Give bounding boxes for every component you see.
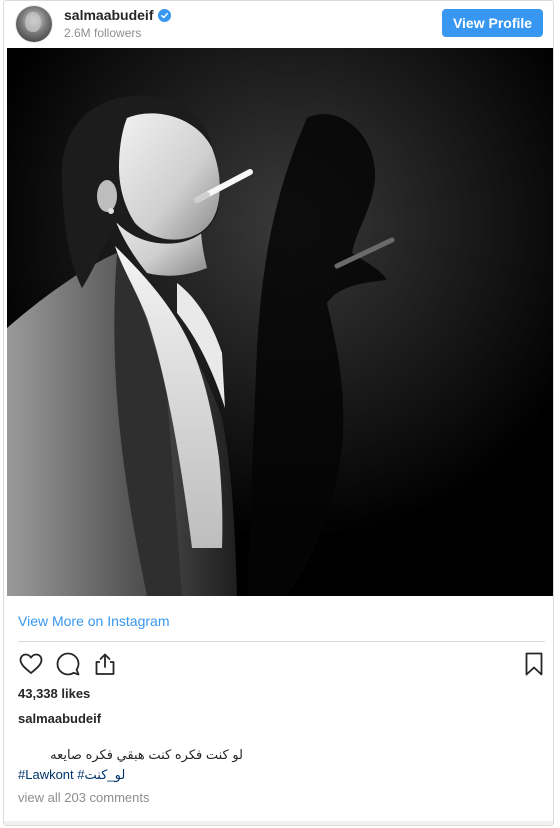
- caption-username[interactable]: salmaabudeif: [18, 711, 101, 726]
- bookmark-icon[interactable]: [521, 651, 547, 677]
- view-profile-button[interactable]: View Profile: [442, 9, 543, 37]
- username-row: salmaabudeif: [64, 7, 172, 23]
- verified-badge-icon: [158, 8, 172, 22]
- comment-icon[interactable]: [55, 651, 81, 677]
- post-header: salmaabudeif 2.6M followers View Profile: [4, 1, 553, 47]
- action-bar: [18, 651, 545, 679]
- username-link[interactable]: salmaabudeif: [64, 7, 153, 23]
- hashtag-line: #Lawkont #لو_كنت: [18, 766, 125, 784]
- view-more-on-instagram-link[interactable]: View More on Instagram: [18, 613, 169, 629]
- post-photo[interactable]: [7, 48, 553, 596]
- caption-text: لو كنت فكره كنت هبقي فكره صايعه: [50, 747, 243, 762]
- card-bottom-edge: [4, 821, 553, 825]
- view-all-comments-link[interactable]: view all 203 comments: [18, 790, 150, 805]
- hashtag-link[interactable]: #لو_كنت: [77, 767, 125, 782]
- share-icon[interactable]: [92, 651, 118, 677]
- instagram-embed-card: salmaabudeif 2.6M followers View Profile: [3, 0, 554, 826]
- heart-icon[interactable]: [18, 651, 44, 677]
- divider: [18, 641, 545, 642]
- follower-count: 2.6M followers: [64, 26, 142, 40]
- avatar[interactable]: [16, 6, 52, 42]
- hashtag-link[interactable]: #Lawkont: [18, 767, 74, 782]
- like-count[interactable]: 43,338 likes: [18, 686, 90, 701]
